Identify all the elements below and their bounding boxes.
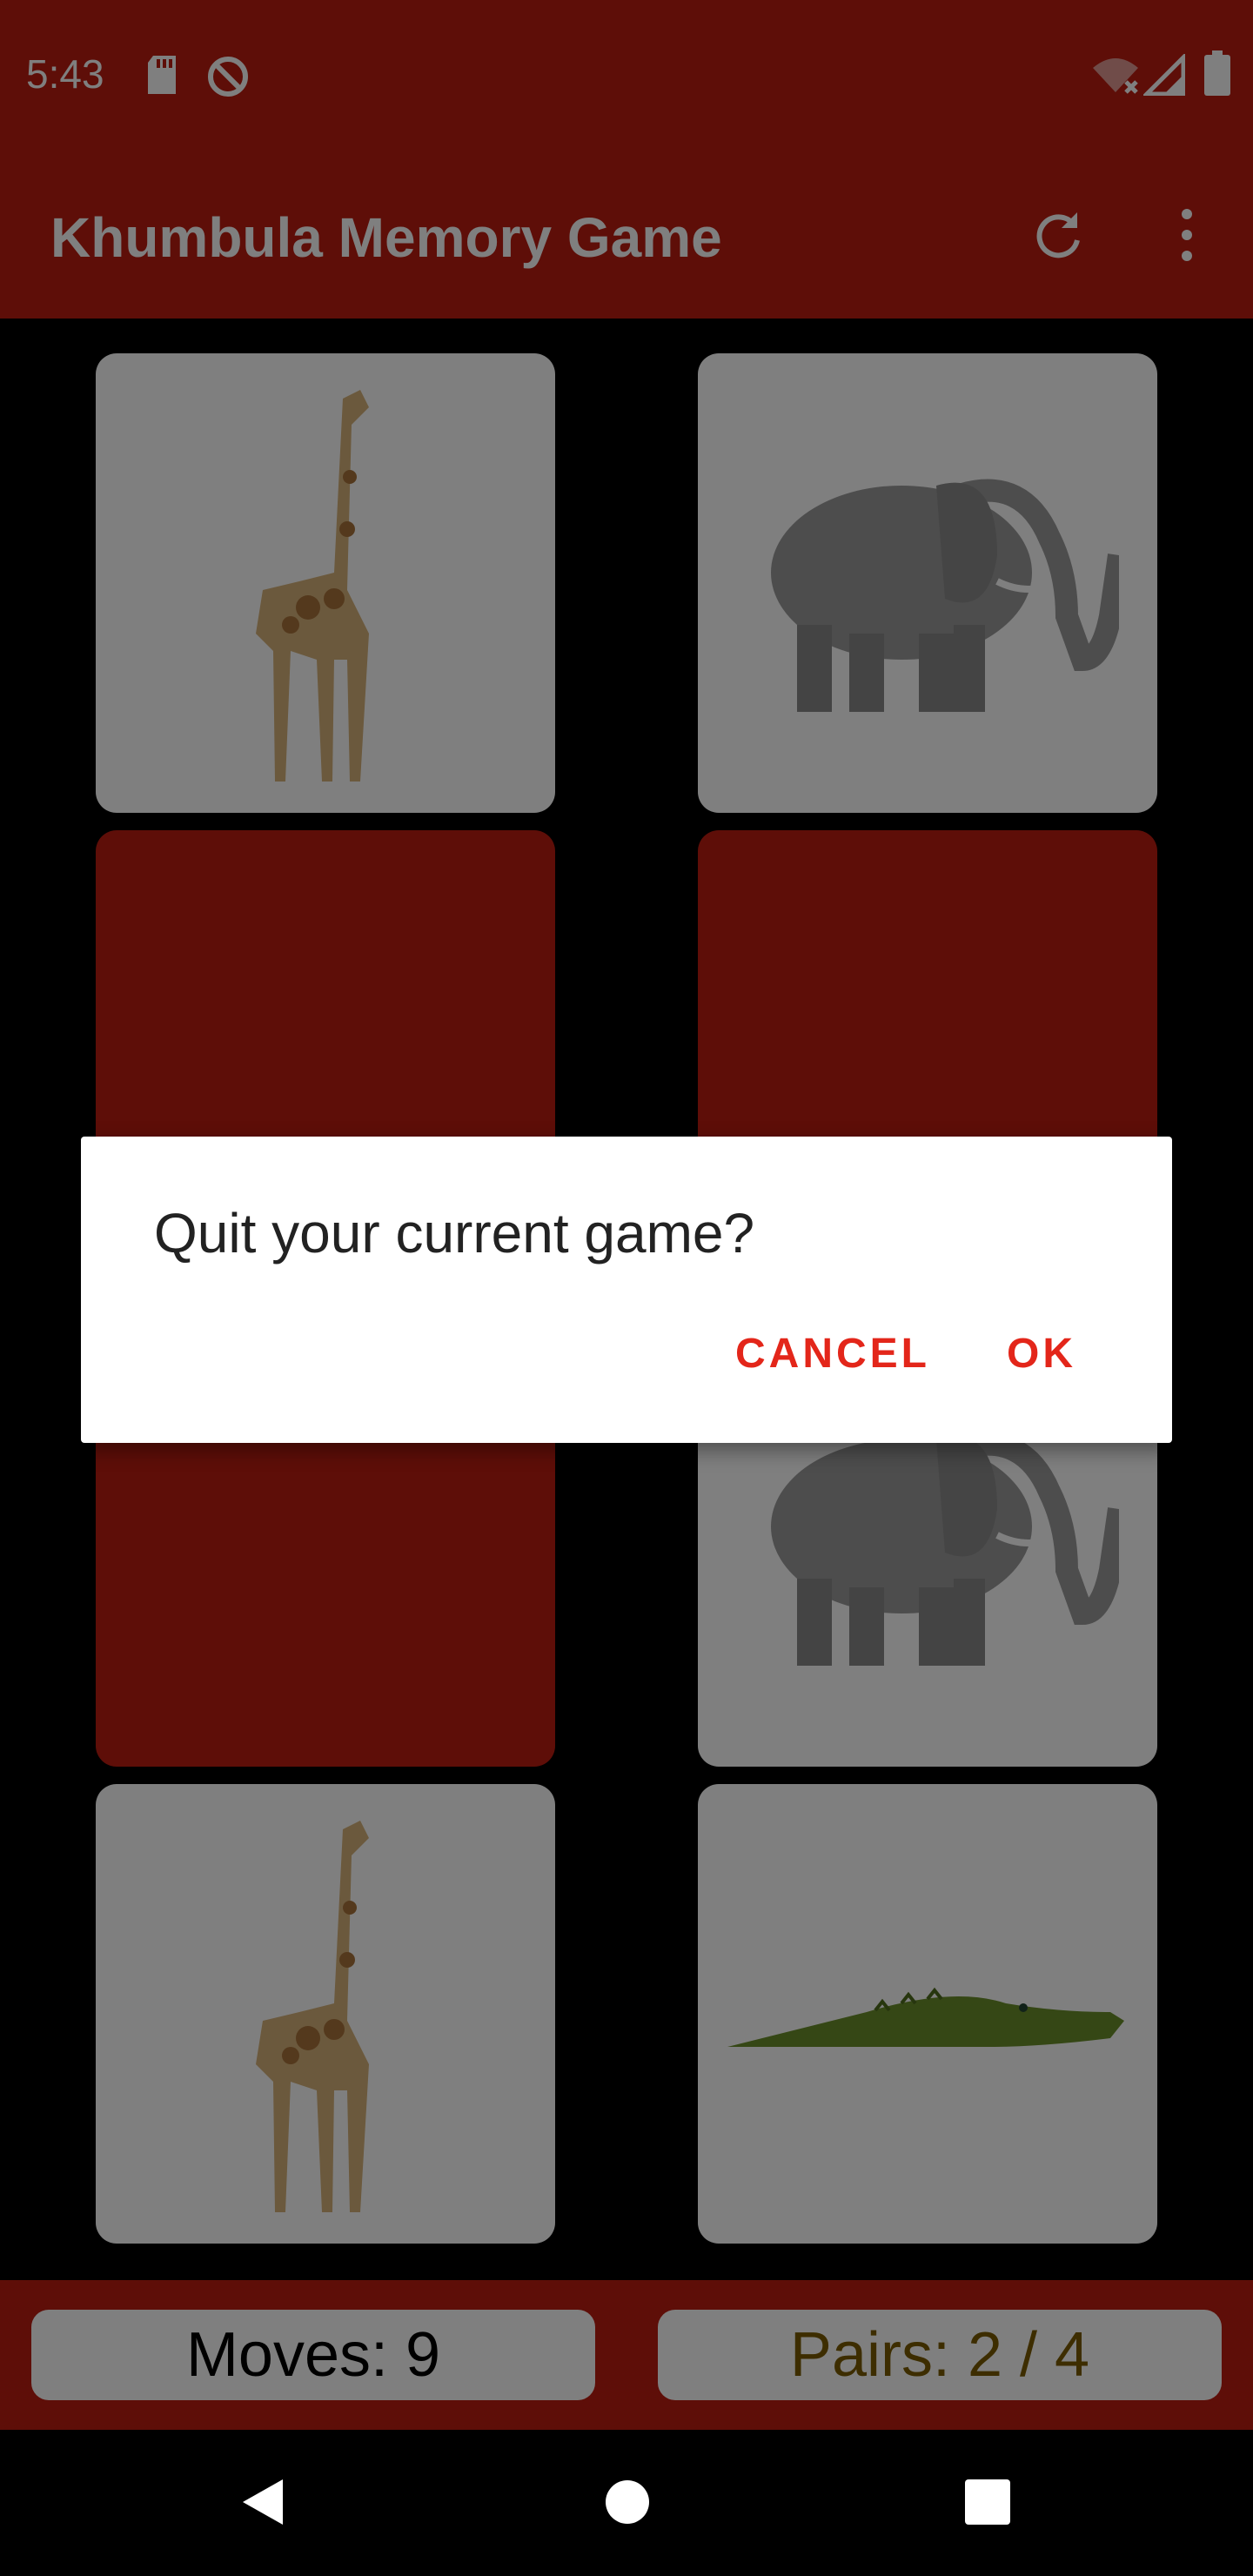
home-icon [603, 2478, 652, 2531]
dialog-title: Quit your current game? [154, 1202, 755, 1265]
recents-icon [963, 2478, 1012, 2531]
recents-button[interactable] [948, 2465, 1027, 2543]
back-button[interactable] [223, 2465, 301, 2543]
back-icon [238, 2476, 286, 2532]
navigation-bar [0, 2430, 1253, 2576]
quit-dialog: Quit your current game? CANCEL OK [81, 1137, 1172, 1443]
home-button[interactable] [588, 2465, 667, 2543]
cancel-button[interactable]: CANCEL [735, 1330, 930, 1378]
ok-button[interactable]: OK [1007, 1330, 1076, 1378]
